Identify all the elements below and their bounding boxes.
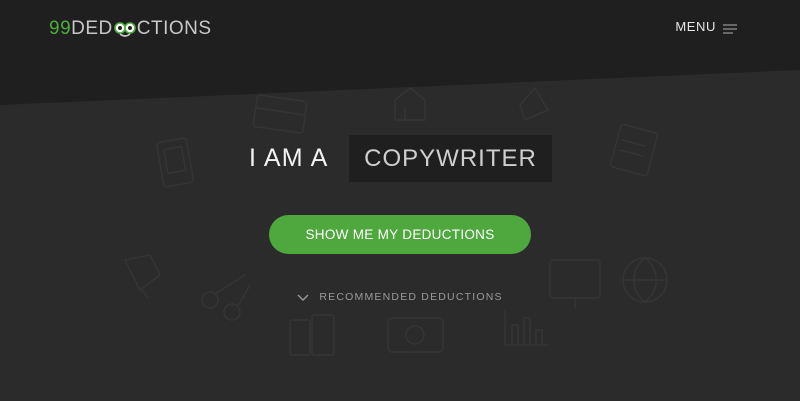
page: 99 DED CTIONS MENU I AM A COPYWRITER SHO… xyxy=(0,0,800,401)
site-logo[interactable]: 99 DED CTIONS xyxy=(49,18,212,40)
owl-eyes-icon xyxy=(113,22,136,37)
pen-doodle xyxy=(519,87,549,121)
background-doodles xyxy=(124,87,668,356)
chevron-down-icon xyxy=(297,293,309,302)
camera-doodle xyxy=(387,317,444,353)
hero-section: I AM A COPYWRITER xyxy=(0,135,800,183)
logo-text-before: DED xyxy=(71,18,113,39)
menu-label: MENU xyxy=(675,19,716,34)
logo-number: 99 xyxy=(49,18,72,39)
hero-prefix: I AM A xyxy=(249,144,329,172)
chart-doodle xyxy=(504,309,549,346)
show-deductions-button[interactable]: SHOW ME MY DEDUCTIONS xyxy=(269,215,531,254)
credit-card-doodle xyxy=(252,94,308,134)
site-header: 99 DED CTIONS MENU xyxy=(0,0,800,60)
logo-text-after: CTIONS xyxy=(136,18,212,39)
books-doodle xyxy=(289,314,335,356)
menu-button[interactable]: MENU xyxy=(675,19,737,34)
recommended-label: RECOMMENDED DEDUCTIONS xyxy=(319,291,503,303)
house-doodle xyxy=(394,87,426,121)
recommended-deductions-link[interactable]: RECOMMENDED DEDUCTIONS xyxy=(0,291,800,303)
hamburger-icon xyxy=(723,22,737,34)
profession-selector[interactable]: COPYWRITER xyxy=(349,135,552,182)
